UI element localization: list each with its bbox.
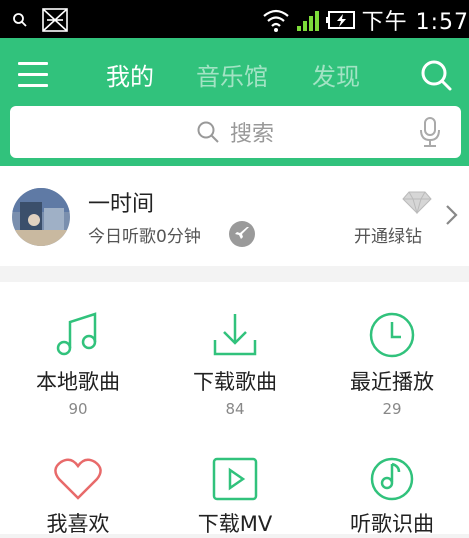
profile-name: 一时间: [88, 192, 155, 217]
music-recognition-icon: [370, 457, 414, 501]
search-area: 搜索: [0, 106, 469, 166]
listen-time: 今日听歌0分钟: [88, 227, 201, 247]
vip-link[interactable]: 开通绿钻: [354, 222, 422, 247]
search-icon: [421, 60, 452, 91]
usb-debug-icon: [42, 8, 68, 32]
tab-music-hall[interactable]: 音乐馆: [196, 57, 268, 92]
grid-item-recent-plays[interactable]: 最近播放 29: [314, 310, 469, 418]
wifi-icon: [262, 9, 289, 32]
search-input[interactable]: 搜索: [10, 106, 461, 158]
tab-mine[interactable]: 我的: [106, 57, 154, 92]
menu-icon: [18, 62, 48, 65]
grid-item-favorites[interactable]: 我喜欢: [0, 456, 156, 538]
search-placeholder: 搜索: [230, 122, 275, 147]
grid-item-count: 29: [382, 400, 402, 418]
menu-button[interactable]: [18, 62, 48, 88]
signal-icon: [296, 11, 319, 31]
download-icon: [213, 314, 257, 356]
search-icon: [13, 13, 27, 27]
grid-item-local-songs[interactable]: 本地歌曲 90: [0, 310, 156, 418]
grid-item-label: 本地歌曲: [36, 370, 120, 394]
status-time: 下午 1:57: [361, 10, 469, 35]
heart-icon: [54, 458, 102, 500]
clock-icon: [369, 312, 415, 358]
music-note-icon: [56, 312, 97, 356]
status-bar: 下午 1:57: [0, 0, 469, 38]
chevron-right-icon[interactable]: [445, 204, 459, 226]
search-icon: [197, 121, 219, 143]
grid-item-downloaded-mv[interactable]: 下载MV: [157, 456, 313, 538]
diamond-icon: [402, 191, 432, 214]
grid-item-count: 84: [225, 400, 245, 418]
search-button[interactable]: [419, 58, 453, 92]
avatar[interactable]: [12, 188, 70, 246]
battery-charging-icon: [325, 11, 355, 29]
microphone-icon[interactable]: [419, 116, 441, 148]
grid-item-label: 下载歌曲: [193, 370, 277, 394]
status-bar-right: 下午 1:57: [262, 4, 469, 36]
play-video-icon: [212, 457, 258, 501]
rocket-icon[interactable]: [228, 220, 256, 248]
tab-discover[interactable]: 发现: [312, 57, 360, 92]
top-bar: 我的 音乐馆 发现: [0, 38, 469, 112]
profile-card[interactable]: 一时间 今日听歌0分钟 开通绿钻: [0, 166, 469, 266]
grid-item-downloaded-songs[interactable]: 下载歌曲 84: [157, 310, 313, 418]
grid-item-label: 最近播放: [350, 370, 434, 394]
grid-item-count: 90: [68, 400, 88, 418]
status-bar-left: [12, 8, 68, 32]
grid-item-music-recognition[interactable]: 听歌识曲: [314, 456, 469, 538]
feature-grid: 本地歌曲 90 下载歌曲 84 最近播放 29 我喜欢 下载MV 听歌识曲: [0, 282, 469, 536]
